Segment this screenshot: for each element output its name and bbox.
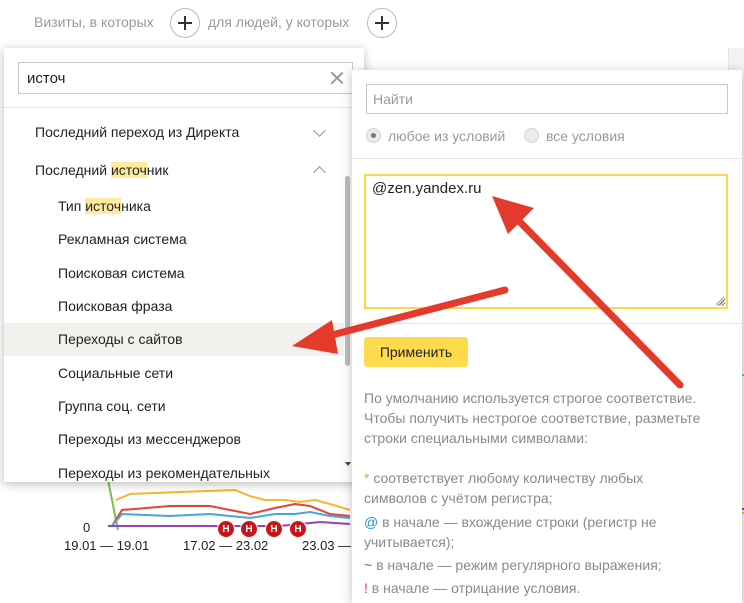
dimension-dropdown: Последний переход из Директа Последний и… [4,48,364,482]
list-item-source-type[interactable]: Тип источника [4,190,344,223]
hint-rule-bang: ! в начале — отрицание условия. [364,580,581,596]
hint-rule-at: @ в начале — вхождение строки (регистр н… [364,514,657,530]
hint-rule-at-cont: учитывается); [364,534,455,550]
hint-text: По умолчанию используется строгое соотве… [364,390,697,406]
list-item-label: Переходы из мессенджеров [58,431,241,447]
find-input[interactable] [366,84,728,114]
radio-all-conditions[interactable] [524,128,539,143]
dimension-search-input[interactable] [27,67,317,89]
add-people-condition-button[interactable] [367,8,397,38]
apply-button[interactable]: Применить [364,337,468,367]
list-item-label: Последний переход из Директа [35,124,240,140]
add-visit-condition-button[interactable] [170,8,200,38]
axis-date-label: 23.03 — [302,538,352,553]
list-item-label: Переходы с сайтов [58,331,183,347]
visits-label: Визиты, в которых [34,14,154,30]
radio-any-label[interactable]: любое из условий [388,128,505,144]
hint-text: Чтобы получить нестрогое соответствие, р… [364,410,701,426]
divider [352,323,742,324]
segment-bar: Визиты, в которых для людей, у которых [0,0,744,48]
series-line-green [107,479,119,531]
annotation-badge[interactable]: Н [240,520,258,538]
list-item-social-networks[interactable]: Социальные сети [4,357,344,390]
list-item-last-source[interactable]: Последний источник [4,154,344,187]
list-item-label: Рекламная система [58,231,187,247]
people-label: для людей, у которых [208,14,350,30]
filter-value-textarea[interactable]: @zen.yandex.ru [364,174,728,309]
chevron-up-icon[interactable] [313,166,326,179]
chevron-down-icon[interactable] [313,124,326,137]
list-item-label: Переходы из рекомендательных [58,465,270,481]
list-item-last-direct-click[interactable]: Последний переход из Директа [4,116,344,149]
axis-date-label: 19.01 — 19.01 [64,538,150,553]
hint-rule-star: * соответствует любому количеству любых [364,470,644,486]
dropdown-scrollbar[interactable] [345,176,350,366]
list-item-social-group[interactable]: Группа соц. сети [4,390,344,423]
annotation-badge[interactable]: Н [265,520,283,538]
axis-zero-label: 0 [83,520,91,535]
list-item-recommendation-systems[interactable]: Переходы из рекомендательных [4,457,344,482]
annotation-badge[interactable]: Н [289,520,307,538]
divider [4,107,364,108]
annotation-badge[interactable]: Н [217,520,235,538]
list-item-search-engine[interactable]: Поисковая система [4,257,344,290]
scroll-down-icon[interactable] [345,462,351,466]
list-item-label: Социальные сети [58,365,174,381]
radio-all-label[interactable]: все условия [546,128,625,144]
list-item-label: Группа соц. сети [58,398,166,414]
dimension-search-box [18,62,353,94]
list-item-referrals[interactable]: Переходы с сайтов [4,323,344,356]
list-item-label: Поисковая система [58,265,185,281]
filter-panel: любое из условий все условия @zen.yandex… [352,70,742,603]
list-item-messengers[interactable]: Переходы из мессенджеров [4,423,344,456]
resize-grip-icon[interactable] [715,296,725,306]
hint-rule-star-cont: символов с учётом регистра; [364,490,553,506]
close-icon[interactable] [329,70,345,86]
axis-date-label: 17.02 — 23.02 [183,538,269,553]
hint-rule-tilde: ~ в начале — режим регулярного выражения… [364,557,662,573]
divider [352,158,742,159]
list-item-label: Тип источника [58,198,151,214]
list-item-ad-system[interactable]: Рекламная система [4,223,344,256]
visits-chart [60,470,360,603]
radio-any-condition[interactable] [366,128,381,143]
list-item-search-phrase[interactable]: Поисковая фраза [4,290,344,323]
list-item-label: Поисковая фраза [58,298,173,314]
hint-text: строки специальными символами: [364,430,588,446]
list-item-label: Последний источник [35,162,169,178]
